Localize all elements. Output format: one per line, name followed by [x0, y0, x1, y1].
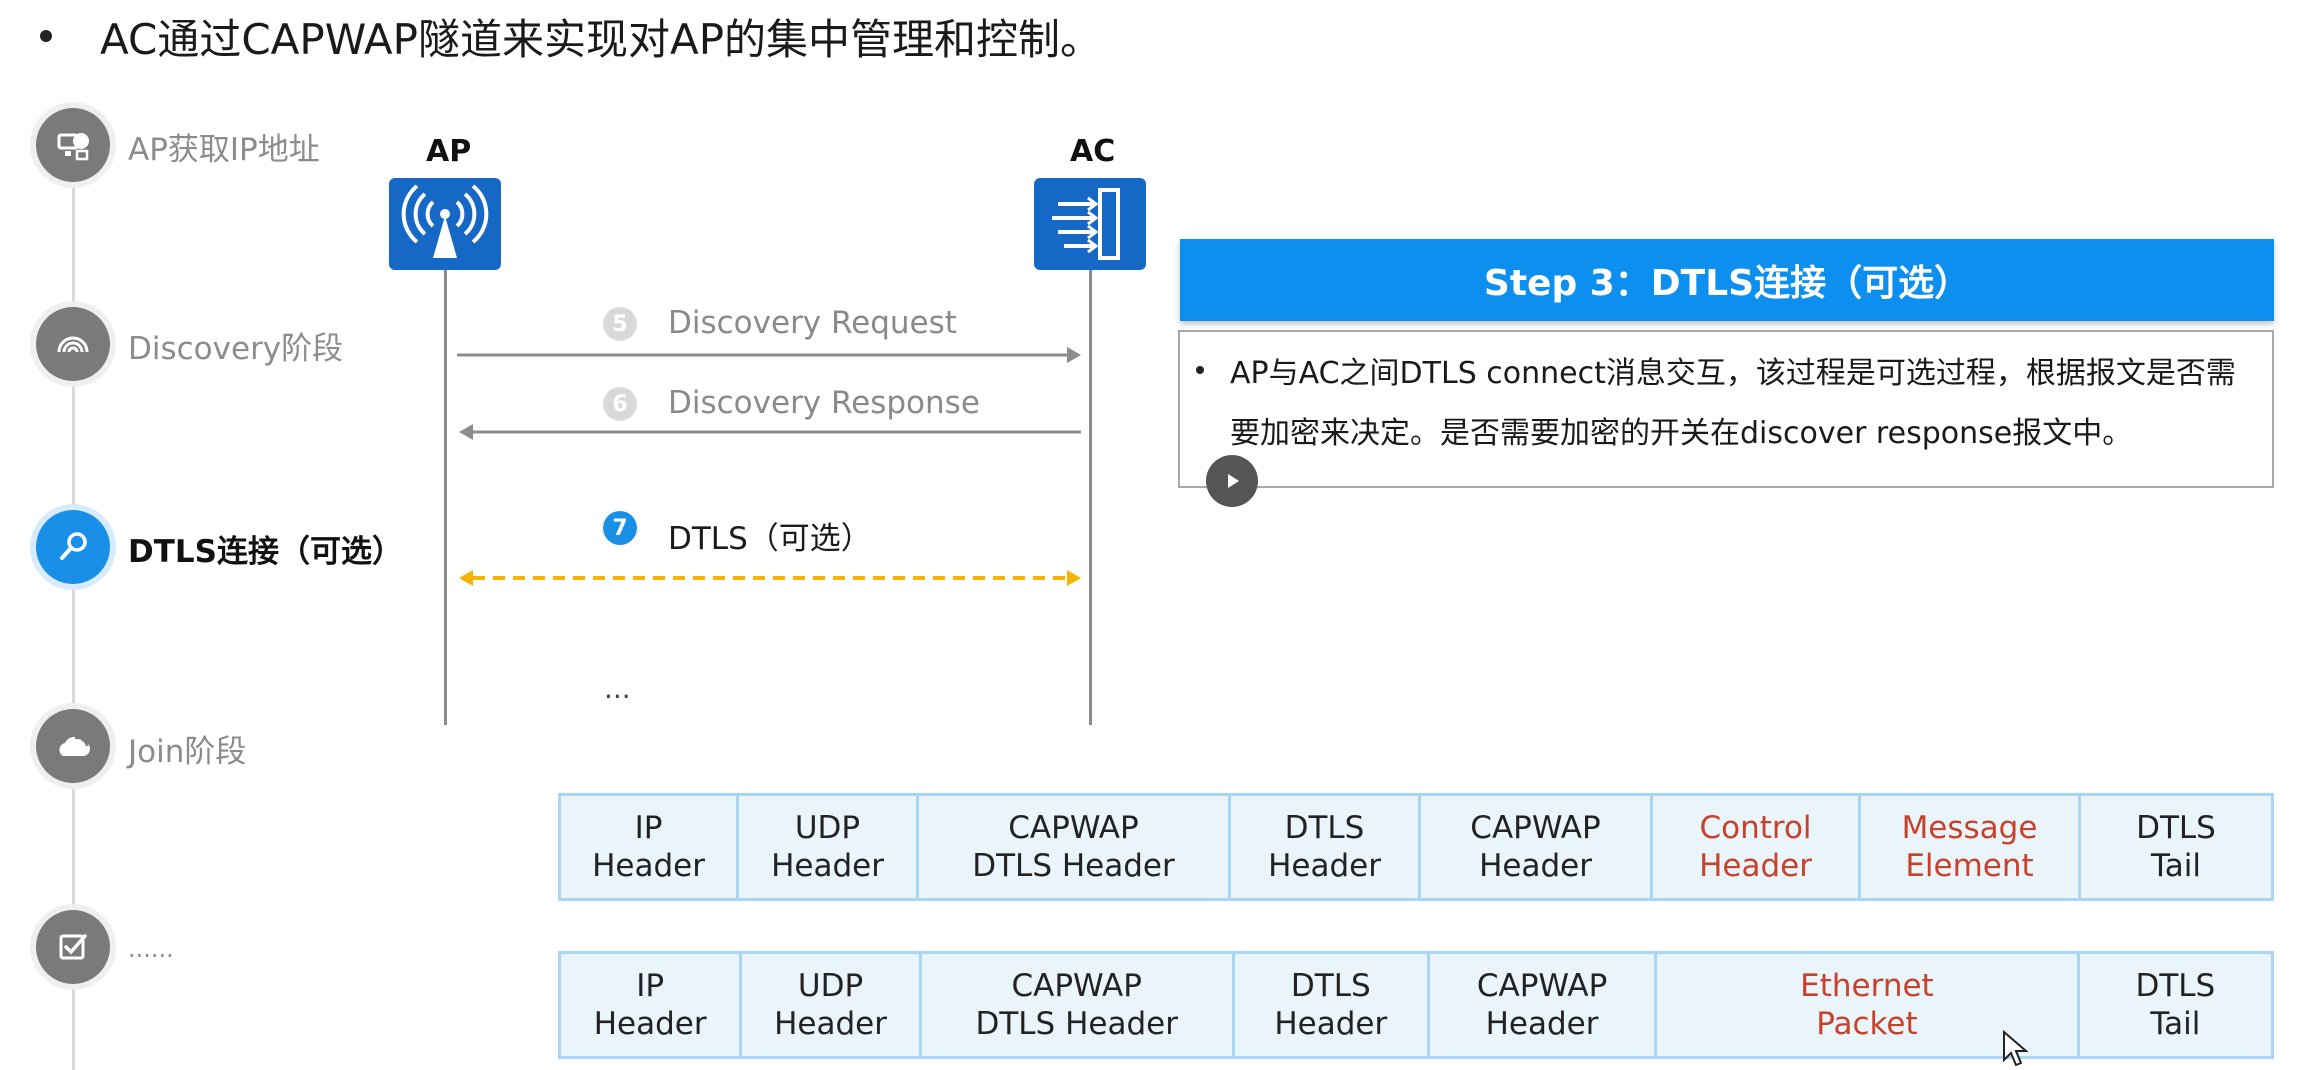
cell-label: DTLS Tail [2136, 810, 2216, 884]
packet-cell-highlight: Message Element [1861, 796, 2081, 898]
packet-cell: DTLS Header [1231, 796, 1421, 898]
timeline-step-dtls[interactable]: DTLS连接（可选） [128, 526, 403, 571]
packet-cell: CAPWAP Header [1421, 796, 1653, 898]
cell-label: IP Header [593, 968, 707, 1042]
discovery-request-arrow [457, 347, 1081, 363]
cell-label: CAPWAP Header [1476, 968, 1608, 1042]
play-button[interactable] [1206, 455, 1258, 507]
packet-cell-highlight: Control Header [1653, 796, 1861, 898]
message-discovery-request: Discovery Request [668, 305, 957, 341]
cell-label: DTLS Header [1268, 810, 1381, 884]
access-point-icon [389, 178, 501, 270]
message-number-6: 6 [603, 387, 637, 421]
ac-lifeline [1089, 270, 1092, 725]
packet-cell: CAPWAP Header [1430, 954, 1658, 1056]
packet-cell: UDP Header [742, 954, 922, 1056]
packet-cell: IP Header [561, 954, 743, 1056]
step-panel-header: Step 3：DTLS连接（可选） [1180, 239, 2274, 321]
mouse-cursor-icon [2003, 1030, 2029, 1067]
packet-cell: DTLS Tail [2080, 954, 2271, 1056]
timeline-step-discovery[interactable]: Discovery阶段 [128, 323, 343, 368]
cell-label: IP Header [592, 810, 705, 884]
ac-label: AC [1070, 134, 1116, 169]
play-icon [1228, 474, 1239, 488]
control-packet-format: IP Header UDP Header CAPWAP DTLS Header … [558, 793, 2274, 901]
dtls-bidirectional-arrow [459, 570, 1081, 586]
timeline-step-join[interactable]: Join阶段 [128, 726, 246, 771]
cell-label: CAPWAP DTLS Header [975, 968, 1178, 1042]
access-controller-icon [1034, 178, 1146, 270]
packet-cell: IP Header [561, 796, 739, 898]
checklist-icon[interactable] [36, 910, 110, 984]
packet-cell: UDP Header [739, 796, 919, 898]
packet-cell: DTLS Tail [2081, 796, 2271, 898]
ap-label: AP [426, 134, 472, 169]
packet-cell: CAPWAP DTLS Header [919, 796, 1231, 898]
cell-label: Control Header [1699, 810, 1812, 884]
timeline-step-ap-ip[interactable]: AP获取IP地址 [128, 124, 320, 169]
packet-cell: DTLS Header [1235, 954, 1430, 1056]
message-number-7: 7 [603, 511, 637, 545]
cell-label: UDP Header [771, 810, 884, 884]
discovery-response-arrow [459, 424, 1081, 440]
key-icon[interactable] [36, 510, 110, 584]
cell-label: DTLS Header [1274, 968, 1388, 1042]
cell-label: UDP Header [774, 968, 887, 1042]
diagram-ellipsis: ... [604, 672, 631, 705]
cell-label: CAPWAP Header [1470, 810, 1601, 884]
wireless-signal-icon[interactable] [36, 307, 110, 381]
cloud-join-icon[interactable] [36, 709, 110, 783]
message-discovery-response: Discovery Response [668, 385, 980, 421]
title-bullet [40, 30, 52, 42]
cell-label: DTLS Tail [2135, 968, 2216, 1042]
packet-cell: CAPWAP DTLS Header [922, 954, 1235, 1056]
panel-bullet [1196, 366, 1204, 374]
cell-label: CAPWAP DTLS Header [972, 810, 1175, 884]
message-dtls: DTLS（可选） [668, 521, 872, 557]
cell-label: Ethernet Packet [1800, 968, 1934, 1042]
timeline-step-more[interactable]: ...... [128, 935, 174, 963]
step-panel-text: AP与AC之间DTLS connect消息交互，该过程是可选过程，根据报文是否需… [1230, 356, 2236, 451]
network-ip-icon[interactable] [36, 108, 110, 182]
message-number-5: 5 [603, 307, 637, 341]
page-title: AC通过CAPWAP隧道来实现对AP的集中管理和控制。 [100, 15, 1103, 64]
cell-label: Message Element [1901, 810, 2038, 884]
ap-lifeline [444, 270, 447, 725]
